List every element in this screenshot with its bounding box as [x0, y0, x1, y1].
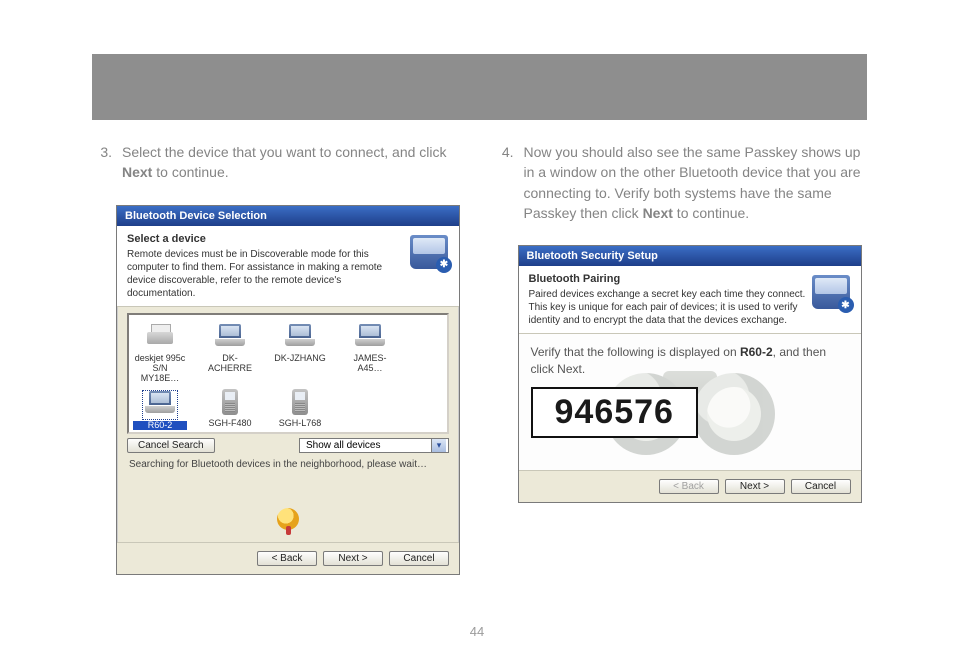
device-item[interactable]: DK-ACHERRE [203, 321, 257, 384]
back-button[interactable]: < Back [659, 479, 719, 494]
dialog-titlebar: Bluetooth Security Setup [519, 246, 861, 266]
dialog-header-text: Select a device Remote devices must be i… [127, 232, 407, 300]
bluetooth-device-icon: ✱ [407, 232, 451, 272]
content-columns: 3. Select the device that you want to co… [92, 142, 867, 575]
device-item[interactable]: SGH-F480 [203, 388, 257, 431]
dialog-content: deskjet 995c S/N MY18E… DK-ACHERRE DK-JZHA… [117, 307, 459, 543]
phone-icon [283, 389, 317, 417]
verify-device-name: R60-2 [740, 345, 773, 359]
dialog-header-panel: Bluetooth Pairing Paired devices exchang… [519, 266, 861, 334]
dialog-footer: < Back Next > Cancel [117, 542, 459, 574]
step-number: 4. [494, 142, 514, 223]
device-item[interactable]: DK-JZHANG [273, 321, 327, 384]
dialog-header-text: Bluetooth Pairing Paired devices exchang… [529, 272, 809, 327]
dialog-header-title: Bluetooth Pairing [529, 272, 809, 286]
device-label: JAMES-A45… [343, 354, 397, 374]
flashlight-icon [277, 508, 299, 530]
laptop-icon [213, 324, 247, 352]
select-value: Show all devices [306, 440, 380, 451]
security-setup-dialog: Bluetooth Security Setup Bluetooth Pairi… [518, 245, 862, 503]
step-body: Now you should also see the same Passkey… [524, 142, 868, 223]
device-list: deskjet 995c S/N MY18E… DK-ACHERRE DK-JZHA… [127, 313, 449, 435]
dialog-footer: < Back Next > Cancel [519, 470, 861, 502]
device-label: SGH-L768 [273, 419, 327, 429]
verify-instruction: Verify that the following is displayed o… [531, 344, 849, 376]
dialog-titlebar: Bluetooth Device Selection [117, 206, 459, 226]
device-label: deskjet 995c S/N MY18E… [133, 354, 187, 384]
step-number: 3. [92, 142, 112, 183]
dialog-header-body: Remote devices must be in Discoverable m… [127, 248, 407, 300]
step-text-bold: Next [643, 205, 673, 221]
device-item[interactable]: SGH-L768 [273, 388, 327, 431]
bluetooth-device-icon: ✱ [809, 272, 853, 312]
phone-icon [213, 389, 247, 417]
cancel-button[interactable]: Cancel [791, 479, 851, 494]
device-label: R60-2 [133, 421, 187, 431]
show-all-devices-select[interactable]: Show all devices [299, 438, 449, 453]
header-bar [92, 54, 867, 120]
cancel-button[interactable]: Cancel [389, 551, 449, 566]
passkey-display: 946576 [531, 387, 698, 438]
page-number: 44 [0, 624, 954, 639]
step-4-text: 4. Now you should also see the same Pass… [494, 142, 868, 223]
next-button[interactable]: Next > [323, 551, 383, 566]
device-label: SGH-F480 [203, 419, 257, 429]
column-left: 3. Select the device that you want to co… [92, 142, 466, 575]
verify-before: Verify that the following is displayed o… [531, 345, 740, 359]
step-3-text: 3. Select the device that you want to co… [92, 142, 466, 183]
security-body: Verify that the following is displayed o… [519, 334, 861, 470]
dialog-header-title: Select a device [127, 232, 407, 246]
step-text-after: to continue. [673, 205, 749, 221]
step-text-bold: Next [122, 164, 152, 180]
dialog-header-panel: Select a device Remote devices must be i… [117, 226, 459, 307]
step-body: Select the device that you want to conne… [122, 142, 466, 183]
device-item[interactable]: JAMES-A45… [343, 321, 397, 384]
laptop-icon [283, 324, 317, 352]
dialog-header-body: Paired devices exchange a secret key eac… [529, 288, 809, 327]
laptop-icon [353, 324, 387, 352]
search-status-text: Searching for Bluetooth devices in the n… [127, 453, 449, 474]
device-selection-dialog: Bluetooth Device Selection Select a devi… [116, 205, 460, 576]
cancel-search-button[interactable]: Cancel Search [127, 438, 215, 453]
next-button[interactable]: Next > [725, 479, 785, 494]
device-label: DK-ACHERRE [203, 354, 257, 374]
device-label: DK-JZHANG [273, 354, 327, 364]
spinner-area [127, 474, 449, 536]
step-text-before: Select the device that you want to conne… [122, 144, 447, 160]
back-button[interactable]: < Back [257, 551, 317, 566]
inline-controls: Cancel Search Show all devices [127, 438, 449, 453]
printer-icon [143, 324, 177, 352]
device-item[interactable]: R60-2 [133, 388, 187, 431]
step-text-after: to continue. [152, 164, 228, 180]
laptop-icon [143, 391, 177, 419]
device-item[interactable]: deskjet 995c S/N MY18E… [133, 321, 187, 384]
column-right: 4. Now you should also see the same Pass… [494, 142, 868, 575]
